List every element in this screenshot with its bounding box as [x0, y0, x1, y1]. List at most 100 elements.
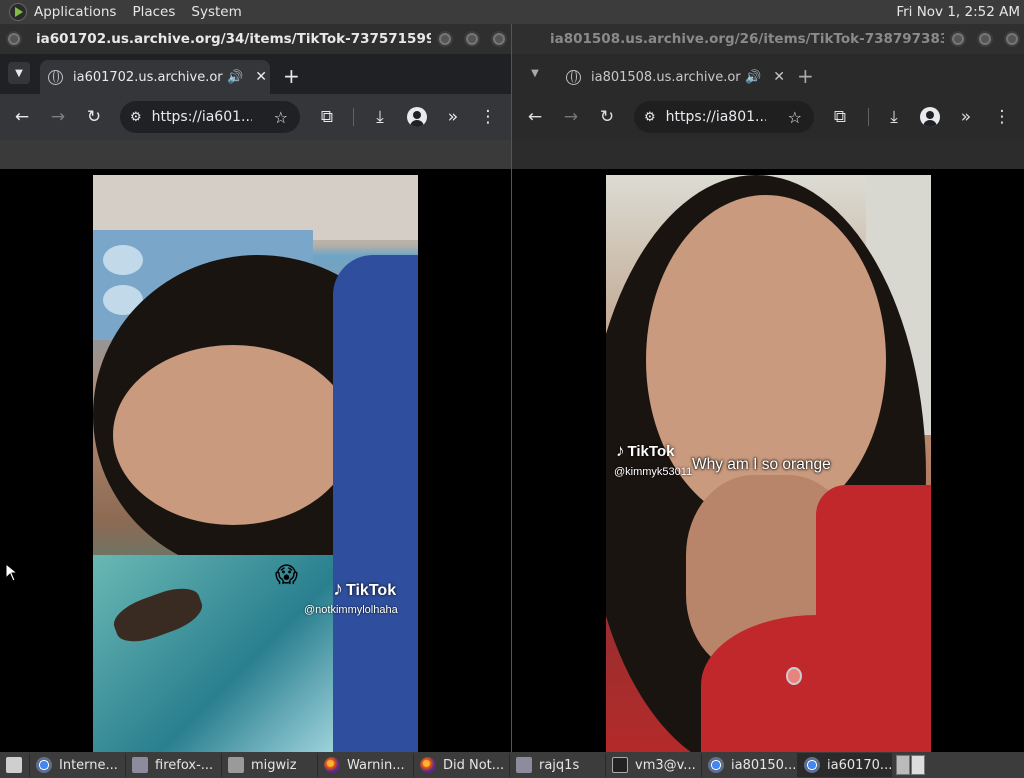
- tiktok-watermark: ♪ TikTok: [333, 578, 396, 601]
- toolbar-separator: [353, 108, 354, 126]
- tab-label: ia601702.us.archive.org/3: [73, 69, 223, 85]
- extensions-puzzle-icon[interactable]: ⧉: [315, 105, 339, 129]
- minimize-button[interactable]: [437, 31, 453, 47]
- window-title: ia601702.us.archive.org/34/items/TikTok-…: [36, 31, 431, 47]
- system-menu[interactable]: System: [191, 4, 241, 20]
- terminal-icon: [612, 757, 628, 773]
- maximize-button[interactable]: [464, 31, 480, 47]
- speaker-icon[interactable]: 🔊: [227, 70, 243, 85]
- taskbar-item[interactable]: Warnin...: [318, 753, 414, 777]
- pendant-shape: [786, 667, 802, 685]
- taskbar-item[interactable]: migwiz: [222, 753, 318, 777]
- bookmark-area: [0, 140, 511, 169]
- firefox-icon: [324, 757, 340, 773]
- page-content: 😱 ♪ TikTok @notkimmylolhaha: [0, 175, 511, 752]
- taskbar-item[interactable]: vm3@v...: [606, 753, 702, 777]
- globe-icon: [48, 69, 63, 85]
- distro-logo-icon[interactable]: [9, 3, 27, 21]
- window-titlebar[interactable]: ia601702.us.archive.org/34/items/TikTok-…: [0, 24, 511, 54]
- address-bar[interactable]: ⚙ https://ia601... ☆: [120, 101, 300, 133]
- applications-menu[interactable]: Applications: [34, 4, 116, 20]
- bookmark-star-icon[interactable]: ☆: [274, 108, 288, 127]
- address-bar[interactable]: ⚙ https://ia801... ☆: [634, 101, 814, 133]
- taskbar-item[interactable]: Did Not...: [414, 753, 510, 777]
- top-panel: Applications Places System Fri Nov 1, 2:…: [0, 0, 1024, 24]
- bottom-taskbar: Interne... firefox-... migwiz Warnin... …: [0, 752, 1024, 778]
- kebab-menu-icon[interactable]: ⋮: [476, 105, 500, 129]
- kebab-menu-icon[interactable]: ⋮: [990, 105, 1014, 129]
- left-browser-window: ia601702.us.archive.org/34/items/TikTok-…: [0, 24, 511, 752]
- browser-toolbar: ← → ↻ ⚙ https://ia801... ☆ ⧉ ⤓ » ⋮: [512, 94, 1024, 140]
- url-text[interactable]: https://ia801...: [666, 109, 766, 125]
- extensions-puzzle-icon[interactable]: ⧉: [828, 105, 852, 129]
- show-desktop-icon: [6, 757, 22, 773]
- clock[interactable]: Fri Nov 1, 2:52 AM: [896, 4, 1020, 20]
- taskbar-item-label: vm3@v...: [635, 757, 696, 773]
- tab-search-chevron-down-icon[interactable]: ▼: [8, 62, 30, 84]
- shirt-shape: [333, 255, 418, 752]
- toolbar-separator: [868, 108, 869, 126]
- back-arrow-icon[interactable]: ←: [523, 105, 547, 129]
- taskbar-item-label: Did Not...: [443, 757, 505, 773]
- chrome-icon: [36, 757, 52, 773]
- app-icon: [132, 757, 148, 773]
- close-button[interactable]: [491, 31, 507, 47]
- workspace-1[interactable]: [896, 755, 910, 775]
- video-caption: Why am I so orange: [692, 456, 831, 473]
- tab-strip: ▼ ia801508.us.archive.org/ 🔊 ✕ +: [512, 54, 1024, 94]
- tiktok-watermark: ♪ TikTok: [616, 441, 674, 461]
- tab-archive[interactable]: ia801508.us.archive.org/ 🔊 ✕: [558, 60, 788, 94]
- places-menu[interactable]: Places: [132, 4, 175, 20]
- taskbar-item-label: rajq1s: [539, 757, 580, 773]
- more-tools-chevrons-icon[interactable]: »: [954, 105, 978, 129]
- tab-search-chevron-down-icon[interactable]: ▼: [524, 62, 546, 84]
- site-info-icon[interactable]: ⚙: [644, 110, 656, 125]
- speaker-icon[interactable]: 🔊: [745, 70, 761, 85]
- back-arrow-icon[interactable]: ←: [10, 105, 34, 129]
- red-shirt-shape: [701, 615, 931, 752]
- taskbar-item-label: ia60170...: [827, 757, 892, 773]
- profile-avatar-icon[interactable]: [920, 107, 940, 127]
- tiktok-video[interactable]: ♪ TikTok @kimmyk53011 Why am I so orange: [606, 175, 931, 752]
- bookmark-star-icon[interactable]: ☆: [788, 108, 802, 127]
- tiktok-video[interactable]: 😱 ♪ TikTok @notkimmylolhaha: [93, 175, 418, 752]
- tab-close-icon[interactable]: ✕: [773, 69, 785, 85]
- browser-toolbar: ← → ↻ ⚙ https://ia601... ☆ ⧉ ⤓ » ⋮: [0, 94, 511, 140]
- taskbar-item[interactable]: ia80150...: [702, 753, 798, 777]
- close-button[interactable]: [1004, 31, 1020, 47]
- new-tab-plus-icon[interactable]: +: [797, 64, 814, 88]
- download-icon[interactable]: ⤓: [368, 105, 392, 129]
- reload-icon[interactable]: ↻: [595, 105, 619, 129]
- workspace-2[interactable]: [911, 755, 925, 775]
- forward-arrow-icon[interactable]: →: [46, 105, 70, 129]
- workspace-switcher[interactable]: [896, 755, 925, 775]
- taskbar-item-label: Warnin...: [347, 757, 405, 773]
- url-text[interactable]: https://ia601...: [152, 109, 252, 125]
- maximize-button[interactable]: [977, 31, 993, 47]
- download-icon[interactable]: ⤓: [882, 105, 906, 129]
- profile-avatar-icon[interactable]: [407, 107, 427, 127]
- new-tab-plus-icon[interactable]: +: [283, 64, 300, 88]
- tiktok-text: TikTok: [627, 443, 675, 460]
- tiktok-handle: @notkimmylolhaha: [304, 604, 398, 616]
- bookmark-area: [512, 140, 1024, 169]
- mouse-cursor-icon: [5, 563, 19, 582]
- taskbar-item[interactable]: Interne...: [30, 753, 126, 777]
- more-tools-chevrons-icon[interactable]: »: [441, 105, 465, 129]
- minimize-button[interactable]: [950, 31, 966, 47]
- forward-arrow-icon[interactable]: →: [559, 105, 583, 129]
- site-info-icon[interactable]: ⚙: [130, 110, 142, 125]
- taskbar-item-label: firefox-...: [155, 757, 214, 773]
- show-desktop-button[interactable]: [0, 753, 30, 777]
- face-shape: [113, 345, 353, 525]
- window-titlebar[interactable]: ia801508.us.archive.org/26/items/TikTok-…: [512, 24, 1024, 54]
- taskbar-item[interactable]: firefox-...: [126, 753, 222, 777]
- taskbar-item-active[interactable]: ia60170...: [798, 753, 892, 777]
- tab-close-icon[interactable]: ✕: [255, 69, 267, 85]
- window-menu-icon[interactable]: [6, 31, 22, 47]
- app-icon: [516, 757, 532, 773]
- wave-shape: [103, 245, 143, 275]
- taskbar-item[interactable]: rajq1s: [510, 753, 606, 777]
- tab-archive[interactable]: ia601702.us.archive.org/3 🔊 ✕: [40, 60, 270, 94]
- reload-icon[interactable]: ↻: [82, 105, 106, 129]
